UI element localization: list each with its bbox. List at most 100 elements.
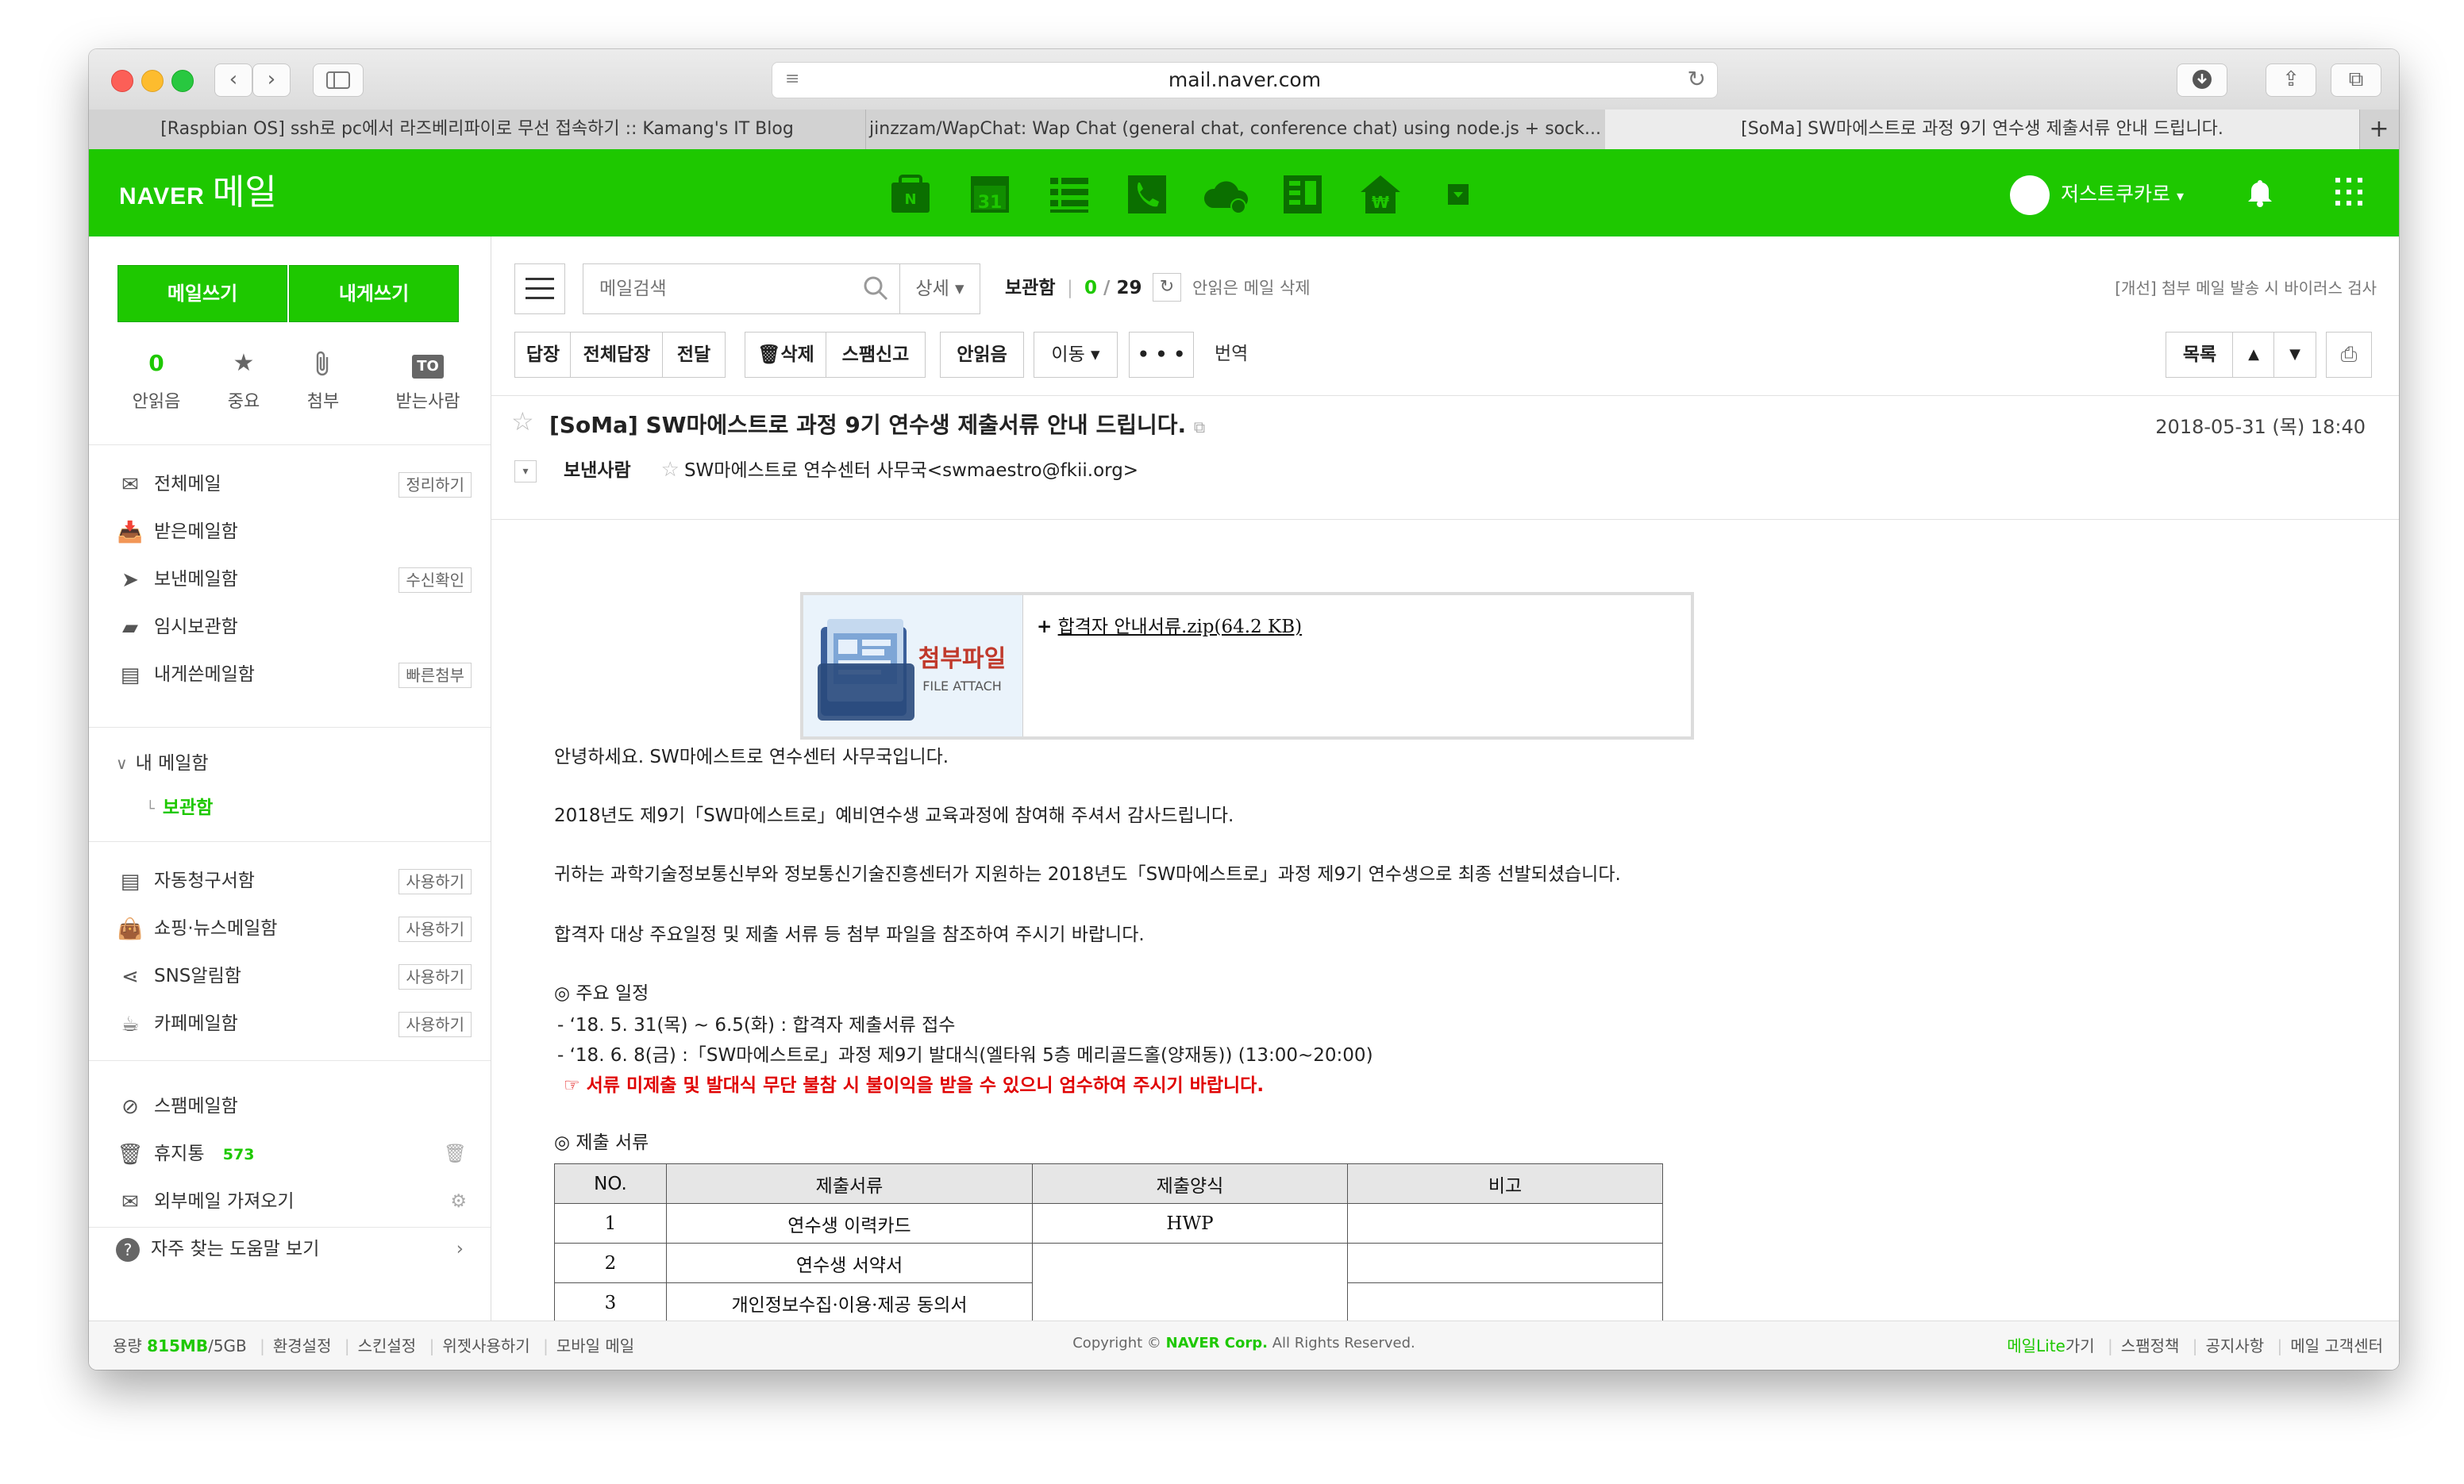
empty-trash-icon[interactable]: 🗑	[444, 1136, 467, 1171]
folder-sent[interactable]: ➤ 보낸메일함 수신확인	[116, 562, 472, 597]
folder-self-sent[interactable]: ▤ 내게쓴메일함 빠른첨부	[116, 657, 472, 692]
tab-raspbian[interactable]: [Raspbian OS] ssh로 pc에서 라즈베리파이로 무선 접속하기 …	[89, 110, 866, 149]
divider	[89, 841, 491, 842]
tab-soma[interactable]: [SoMa] SW마에스트로 과정 9기 연수생 제출서류 안내 드립니다.	[1605, 110, 2360, 149]
menu-toggle-button[interactable]	[514, 263, 565, 314]
next-mail-button[interactable]: ▼	[2273, 332, 2316, 378]
spam-report-button[interactable]: 스팸신고	[826, 332, 926, 378]
folder-storage[interactable]: └ 보관함	[146, 792, 213, 819]
delete-button[interactable]: 🗑삭제	[745, 332, 827, 378]
list-button[interactable]: 목록	[2166, 332, 2234, 378]
mail-lite-link[interactable]: 메일Lite가기	[2007, 1336, 2094, 1355]
reply-button[interactable]: 답장	[514, 332, 572, 378]
folder-all-mail[interactable]: ✉ 전체메일 정리하기	[116, 467, 472, 502]
move-dropdown-button[interactable]: 이동 ▾	[1034, 332, 1118, 378]
downloads-button[interactable]	[2177, 63, 2227, 97]
mail-app-icon[interactable]: N	[889, 173, 932, 216]
paper-plane-icon: ➤	[121, 567, 139, 592]
lite-label: 메일Lite	[2007, 1336, 2066, 1355]
prohibited-icon: ⊘	[121, 1094, 139, 1119]
search-input[interactable]	[598, 272, 855, 306]
my-mailbox-toggle[interactable]: ∨ 내 메일함	[116, 746, 472, 781]
read-receipt-button[interactable]: 수신확인	[398, 567, 472, 593]
forward-button[interactable]: 전달	[662, 332, 726, 378]
notices-link[interactable]: 공지사항	[2206, 1336, 2265, 1355]
print-button[interactable]: ⎙	[2326, 332, 2372, 378]
svg-text:FILE ATTACH: FILE ATTACH	[922, 679, 1002, 694]
quick-attachment[interactable]: 첨부	[279, 348, 367, 413]
office-app-icon[interactable]	[1281, 173, 1324, 216]
more-actions-button[interactable]: • • •	[1129, 332, 1194, 378]
folder-inbox[interactable]: 📥 받은메일함	[116, 514, 472, 549]
share-nodes-icon: ⋖	[121, 964, 139, 989]
mark-unread-button[interactable]: 안읽음	[940, 332, 1024, 378]
refresh-button[interactable]: ↻	[1153, 273, 1181, 302]
minimize-window-button[interactable]	[141, 70, 164, 92]
address-bar[interactable]: ≡ mail.naver.com ↻	[772, 62, 1718, 98]
naver-mail-logo[interactable]: NAVER 메일	[119, 171, 277, 214]
naver-mail-header: NAVER 메일 N 31 ₩ 저스트쿠카로 ▾	[89, 149, 2399, 236]
household-account-icon[interactable]: ₩	[1359, 173, 1402, 216]
calendar-app-icon[interactable]: 31	[968, 173, 1011, 216]
folder-spam[interactable]: ⊘ 스팸메일함	[116, 1089, 472, 1124]
organize-button[interactable]: 정리하기	[398, 472, 472, 498]
folder-trash[interactable]: 🗑 휴지통 573 🗑	[116, 1136, 472, 1171]
folder-external-mail[interactable]: ✉ 외부메일 가져오기 ⚙	[116, 1184, 472, 1219]
sidebar-toggle-button[interactable]	[313, 63, 364, 97]
folder-sns[interactable]: ⋖ SNS알림함 사용하기	[116, 959, 472, 994]
user-menu[interactable]: 저스트쿠카로 ▾	[2010, 173, 2184, 216]
share-button[interactable]: ⇪	[2266, 63, 2316, 97]
divider	[491, 395, 2399, 396]
folder-drafts[interactable]: ▰ 임시보관함	[116, 609, 472, 644]
tab-label: [SoMa] SW마에스트로 과정 9기 연수생 제출서류 안내 드립니다.	[1741, 119, 2223, 139]
detail-label: 상세	[915, 279, 949, 299]
close-window-button[interactable]	[111, 70, 133, 92]
compose-button[interactable]: 메일쓰기	[117, 265, 287, 322]
enable-button[interactable]: 사용하기	[398, 964, 472, 990]
folder-auto-bills[interactable]: ▤ 자동청구서함 사용하기	[116, 863, 472, 898]
notification-bell-icon[interactable]	[2239, 171, 2281, 214]
star-icon[interactable]: ☆	[511, 406, 534, 436]
attachment-download-link[interactable]: 합격자 안내서류.zip(64.2 KB)	[1058, 617, 1303, 637]
self-compose-button[interactable]: 내게쓰기	[289, 265, 459, 322]
search-icon[interactable]	[863, 275, 888, 301]
contacts-app-icon[interactable]	[1126, 173, 1168, 216]
reply-all-button[interactable]: 전체답장	[570, 332, 664, 378]
sender-address[interactable]: SW마에스트로 연수센터 사무국<swmaestro@fkii.org>	[684, 460, 1138, 481]
help-link[interactable]: ? 자주 찾는 도움말 보기 ›	[116, 1232, 472, 1267]
tab-wapchat[interactable]: jinzzam/WapChat: Wap Chat (general chat,…	[865, 110, 1606, 149]
question-icon: ?	[116, 1237, 140, 1262]
memo-app-icon[interactable]	[1048, 173, 1091, 216]
gear-icon[interactable]: ⚙	[450, 1184, 467, 1219]
virus-scan-notice-link[interactable]: [개선] 첨부 메일 발송 시 바이러스 검사	[2115, 263, 2377, 313]
quick-to-me[interactable]: TO 받는사람	[376, 348, 479, 413]
open-new-window-icon[interactable]: ⧉	[1194, 417, 1205, 436]
new-tab-button[interactable]: +	[2359, 110, 2399, 149]
quick-attach-button[interactable]: 빠른첨부	[398, 663, 472, 688]
cloud-app-icon[interactable]	[1203, 173, 1249, 216]
expand-recipients-icon[interactable]: ▾	[514, 459, 537, 482]
spam-policy-link[interactable]: 스팸정책	[2121, 1336, 2180, 1355]
star-icon[interactable]: ☆	[661, 458, 680, 482]
quick-unread[interactable]: 0 안읽음	[113, 348, 200, 413]
zoom-window-button[interactable]	[171, 70, 194, 92]
enable-button[interactable]: 사용하기	[398, 869, 472, 894]
svg-text:N: N	[904, 191, 916, 208]
caret-down-icon: ▾	[955, 279, 964, 299]
all-services-grid-icon[interactable]	[2335, 178, 2364, 206]
folder-shopping-news[interactable]: 👜 쇼핑·뉴스메일함 사용하기	[116, 911, 472, 946]
enable-button[interactable]: 사용하기	[398, 917, 472, 942]
quick-important[interactable]: ★ 중요	[200, 348, 287, 413]
translate-link[interactable]: 번역	[1215, 332, 1248, 376]
previous-mail-button[interactable]: ▲	[2232, 332, 2275, 378]
delete-unread-link[interactable]: 안읽은 메일 삭제	[1192, 263, 1311, 313]
customer-center-link[interactable]: 메일 고객센터	[2290, 1336, 2383, 1355]
more-apps-icon[interactable]	[1437, 173, 1480, 216]
forward-button[interactable]: ›	[252, 63, 291, 97]
show-tabs-button[interactable]: ⧉	[2331, 63, 2381, 97]
reload-icon[interactable]: ↻	[1688, 66, 1706, 92]
enable-button[interactable]: 사용하기	[398, 1012, 472, 1037]
detail-search-dropdown[interactable]: 상세 ▾	[899, 263, 980, 314]
folder-cafe[interactable]: ☕ 카페메일함 사용하기	[116, 1006, 472, 1041]
back-button[interactable]: ‹	[214, 63, 252, 97]
